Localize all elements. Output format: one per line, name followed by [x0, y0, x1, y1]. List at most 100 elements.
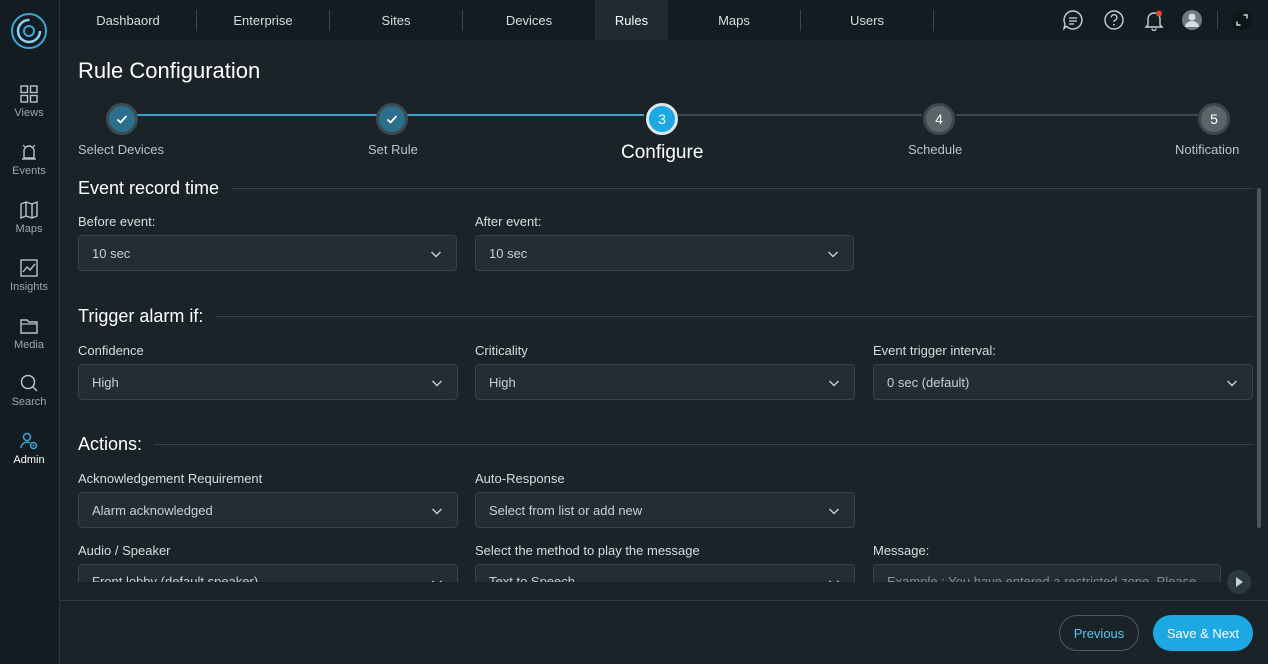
step-number: 5	[1210, 111, 1218, 127]
step-label-notification: Notification	[1175, 142, 1240, 157]
audio-speaker-select[interactable]: Front lobby (default speaker)	[78, 564, 458, 582]
step-configure-circle[interactable]: 3	[646, 103, 678, 135]
tab-divider	[933, 10, 934, 31]
sidebar-item-insights[interactable]: Insights	[0, 258, 58, 310]
form-scroll-area[interactable]: Event record time Before event: 10 sec A…	[78, 178, 1253, 582]
acknowledgement-label: Acknowledgement Requirement	[78, 471, 263, 486]
top-navigation: Dashbaord Enterprise Sites Devices Rules…	[60, 0, 1268, 40]
section-actions: Actions:	[78, 434, 1253, 455]
chart-icon	[20, 259, 38, 277]
criticality-select[interactable]: High	[475, 364, 855, 400]
sidebar-item-label: Insights	[10, 281, 48, 293]
search-icon	[20, 374, 38, 392]
chevron-down-icon	[431, 251, 441, 258]
previous-button[interactable]: Previous	[1059, 615, 1139, 651]
message-label: Message:	[873, 543, 930, 558]
sidebar-item-maps[interactable]: Maps	[0, 200, 58, 252]
step-schedule-circle[interactable]: 4	[923, 103, 955, 135]
sidebar-item-label: Maps	[15, 223, 43, 235]
step-number: 4	[935, 111, 943, 127]
chevron-down-icon	[432, 508, 442, 515]
tab-label: Devices	[505, 12, 553, 28]
tab-users[interactable]: Users	[801, 0, 933, 40]
tab-label: Rules	[614, 12, 649, 28]
step-connector	[678, 114, 922, 116]
tab-devices[interactable]: Devices	[463, 0, 595, 40]
sidebar-item-media[interactable]: Media	[0, 316, 58, 368]
section-rule	[215, 316, 1253, 317]
chevron-down-icon	[432, 380, 442, 387]
tab-rules[interactable]: Rules	[595, 0, 668, 40]
step-select-devices-check-icon[interactable]	[106, 103, 138, 135]
alarm-bell-icon	[22, 144, 36, 160]
grid-icon	[20, 85, 38, 103]
notification-bell-icon[interactable]	[1143, 9, 1165, 31]
acknowledgement-select[interactable]: Alarm acknowledged	[78, 492, 458, 528]
step-connector	[956, 114, 1198, 116]
tab-label: Enterprise	[233, 12, 293, 28]
section-rule	[154, 444, 1253, 445]
check-icon	[116, 115, 128, 124]
chevron-down-icon	[828, 251, 838, 258]
before-event-label: Before event:	[78, 214, 156, 229]
chevron-down-icon	[829, 508, 839, 515]
sidebar-item-label: Media	[14, 339, 44, 351]
toolbar-divider	[1217, 11, 1218, 29]
confidence-select[interactable]: High	[78, 364, 458, 400]
sidebar-item-views[interactable]: Views	[0, 84, 58, 136]
event-trigger-interval-label: Event trigger interval:	[873, 343, 996, 358]
sidebar-item-admin[interactable]: Admin	[0, 431, 58, 483]
auto-response-select[interactable]: Select from list or add new	[475, 492, 855, 528]
check-icon	[386, 115, 398, 124]
sidebar-item-label: Admin	[13, 454, 45, 466]
step-set-rule-check-icon[interactable]	[376, 103, 408, 135]
user-avatar-icon[interactable]	[1181, 9, 1203, 31]
tab-maps[interactable]: Maps	[668, 0, 800, 40]
select-value: Alarm acknowledged	[92, 502, 213, 518]
tab-dashboard[interactable]: Dashbaord	[60, 0, 196, 40]
step-label-schedule: Schedule	[908, 142, 963, 157]
scrollbar[interactable]	[1257, 188, 1261, 528]
step-number: 3	[658, 111, 666, 127]
select-value: Text to Speech	[489, 574, 575, 582]
sidebar-item-label: Views	[14, 107, 44, 119]
help-icon[interactable]	[1103, 9, 1125, 31]
section-trigger-alarm: Trigger alarm if:	[78, 306, 1253, 327]
sidebar-item-search[interactable]: Search	[0, 373, 58, 425]
section-heading: Actions:	[78, 434, 143, 454]
send-icon	[1236, 577, 1243, 587]
select-value: 10 sec	[92, 245, 131, 261]
chat-icon[interactable]	[1062, 9, 1084, 31]
sidebar: Views Events Maps Insights Media Search …	[0, 0, 60, 664]
main-content: Rule Configuration 3 4 5 Select Devices …	[60, 40, 1268, 600]
sidebar-item-events[interactable]: Events	[0, 142, 58, 194]
play-method-select[interactable]: Text to Speech	[475, 564, 855, 582]
section-heading: Event record time	[78, 178, 220, 198]
select-value: Front lobby (default speaker)	[92, 574, 259, 582]
tab-label: Sites	[381, 12, 411, 28]
tab-label: Users	[850, 12, 884, 28]
criticality-label: Criticality	[475, 343, 528, 358]
app-logo-icon[interactable]	[10, 12, 48, 50]
tab-sites[interactable]: Sites	[330, 0, 462, 40]
admin-gear-icon	[20, 432, 38, 450]
tab-enterprise[interactable]: Enterprise	[197, 0, 329, 40]
expand-icon[interactable]	[1231, 9, 1253, 31]
tab-label: Maps	[718, 12, 750, 28]
chevron-down-icon	[829, 580, 839, 582]
step-notification-circle[interactable]: 5	[1198, 103, 1230, 135]
event-trigger-interval-select[interactable]: 0 sec (default)	[873, 364, 1253, 400]
tab-label: Dashbaord	[96, 12, 160, 28]
page-title: Rule Configuration	[78, 58, 261, 83]
before-event-select[interactable]: 10 sec	[78, 235, 457, 271]
send-message-button[interactable]	[1227, 570, 1251, 594]
section-heading: Trigger alarm if:	[78, 306, 204, 326]
confidence-label: Confidence	[78, 343, 144, 358]
save-next-button[interactable]: Save & Next	[1153, 615, 1253, 651]
step-connector	[394, 114, 644, 116]
auto-response-label: Auto-Response	[475, 471, 565, 486]
section-event-record-time: Event record time	[78, 178, 1253, 199]
after-event-select[interactable]: 10 sec	[475, 235, 854, 271]
message-input[interactable]: Example : You have entered a restricted …	[873, 564, 1221, 582]
footer: Previous Save & Next	[60, 600, 1268, 664]
